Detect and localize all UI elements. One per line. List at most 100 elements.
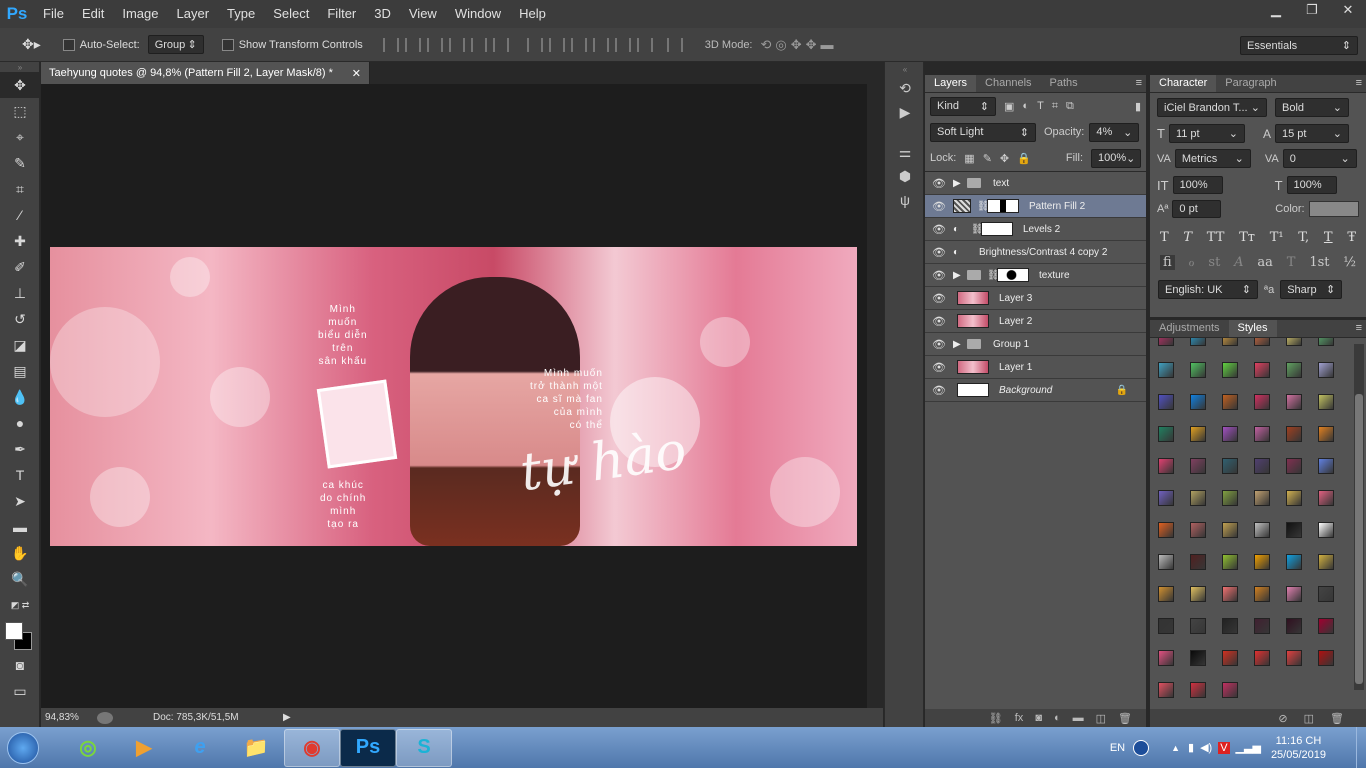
kerning-field[interactable]: Metrics ⌄ xyxy=(1174,149,1251,168)
windows-start-icon[interactable] xyxy=(0,727,46,768)
faux-bold-button[interactable]: T xyxy=(1160,230,1169,245)
path-select-tool-icon[interactable]: ➤ xyxy=(0,488,40,514)
foreground-color[interactable] xyxy=(5,622,23,640)
style-swatch[interactable] xyxy=(1222,338,1238,346)
tab-paragraph[interactable]: Paragraph xyxy=(1216,75,1285,92)
taskbar-app-chrome[interactable]: ◉ xyxy=(284,728,340,767)
language-dropdown[interactable]: English: UK ⇕ xyxy=(1158,280,1258,299)
style-swatch[interactable] xyxy=(1158,394,1174,410)
style-swatch[interactable] xyxy=(1318,458,1334,474)
style-swatch[interactable] xyxy=(1286,394,1302,410)
canvas-background[interactable]: Mình muốn biểu diễn trên sân khấu ca khú… xyxy=(41,84,867,708)
visibility-eye-icon[interactable]: 👁 xyxy=(925,200,953,213)
tab-channels[interactable]: Channels xyxy=(976,75,1040,92)
style-swatch[interactable] xyxy=(1286,426,1302,442)
fill-field[interactable]: 100% ⌄ xyxy=(1091,148,1141,168)
old-style-button[interactable]: ℴ xyxy=(1189,255,1195,270)
distribute-hcenter-icon[interactable] xyxy=(614,37,631,52)
auto-align-icon[interactable] xyxy=(666,37,683,52)
panel-menu-icon[interactable]: ≡ xyxy=(1352,322,1366,337)
style-swatch[interactable] xyxy=(1222,554,1238,570)
eyedropper-tool-icon[interactable]: ⁄ xyxy=(0,202,40,228)
status-menu-arrow-icon[interactable]: ▶ xyxy=(283,712,291,723)
titling-button[interactable]: T xyxy=(1287,255,1296,270)
style-swatch[interactable] xyxy=(1318,522,1334,538)
lock-move-icon[interactable]: ✥ xyxy=(1000,152,1009,165)
link-icon[interactable]: ⛓ xyxy=(987,270,1000,281)
visibility-eye-icon[interactable]: 👁 xyxy=(925,338,953,351)
quick-select-tool-icon[interactable]: ✎ xyxy=(0,150,40,176)
style-swatch[interactable] xyxy=(1222,490,1238,506)
document-tab[interactable]: Taehyung quotes @ 94,8% (Pattern Fill 2,… xyxy=(41,62,370,84)
style-swatch[interactable] xyxy=(1222,394,1238,410)
style-swatch[interactable] xyxy=(1158,362,1174,378)
faux-italic-button[interactable]: T xyxy=(1183,230,1192,245)
hand-tool-icon[interactable]: ✋ xyxy=(0,540,40,566)
auto-select-dropdown[interactable]: Group ⇕ xyxy=(147,35,204,54)
new-group-icon[interactable]: ▬ xyxy=(1073,712,1084,724)
new-style-icon[interactable]: ◫ xyxy=(1304,712,1314,725)
filter-type-icon[interactable]: T xyxy=(1037,100,1044,112)
filter-toggle-icon[interactable]: ▮ xyxy=(1135,100,1141,113)
distribute-top-icon[interactable] xyxy=(526,37,543,52)
layer-row[interactable]: 👁 ⛓ Pattern Fill 2 xyxy=(925,195,1146,218)
trash-icon[interactable]: 🗑 xyxy=(1330,712,1344,725)
style-swatch[interactable] xyxy=(1190,490,1206,506)
discretionary-ligatures-button[interactable]: st xyxy=(1208,255,1220,270)
filter-adjust-icon[interactable]: ◐ xyxy=(1022,100,1029,112)
style-swatch[interactable] xyxy=(1190,426,1206,442)
menu-window[interactable]: Window xyxy=(446,0,510,28)
font-size-field[interactable]: 11 pt ⌄ xyxy=(1168,124,1245,143)
strikethrough-button[interactable]: Ŧ xyxy=(1347,230,1356,245)
style-swatch[interactable] xyxy=(1254,458,1270,474)
filter-pixel-icon[interactable]: ▣ xyxy=(1004,100,1014,113)
menu-help[interactable]: Help xyxy=(510,0,555,28)
style-swatch[interactable] xyxy=(1190,362,1206,378)
style-swatch[interactable] xyxy=(1158,522,1174,538)
style-swatch[interactable] xyxy=(1286,458,1302,474)
menu-filter[interactable]: Filter xyxy=(318,0,365,28)
visibility-eye-icon[interactable]: 👁 xyxy=(925,246,953,259)
volume-icon[interactable]: ◀) xyxy=(1200,741,1212,754)
marquee-tool-icon[interactable]: ⬚ xyxy=(0,98,40,124)
style-swatch[interactable] xyxy=(1222,650,1238,666)
stamp-tool-icon[interactable]: ⊥ xyxy=(0,280,40,306)
style-swatch[interactable] xyxy=(1190,682,1206,698)
dodge-tool-icon[interactable]: ● xyxy=(0,410,40,436)
distribute-vcenter-icon[interactable] xyxy=(548,37,565,52)
history-icon[interactable]: ⟲ xyxy=(885,76,925,100)
menu-file[interactable]: File xyxy=(34,0,73,28)
style-swatch[interactable] xyxy=(1318,338,1334,346)
style-swatch[interactable] xyxy=(1222,426,1238,442)
scrollbar-thumb[interactable] xyxy=(1355,394,1363,684)
style-swatch[interactable] xyxy=(1318,426,1334,442)
fx-icon[interactable]: fx xyxy=(1015,712,1024,724)
layer-row[interactable]: 👁 ▶ Group 1 xyxy=(925,333,1146,356)
style-swatch[interactable] xyxy=(1254,650,1270,666)
visibility-eye-icon[interactable]: 👁 xyxy=(925,315,953,328)
small-caps-button[interactable]: Tт xyxy=(1239,230,1255,245)
collapse-icon[interactable]: » xyxy=(0,62,40,72)
zoom-level[interactable]: 94,83% xyxy=(45,712,97,723)
align-vcenter-icon[interactable] xyxy=(404,37,421,52)
tab-adjustments[interactable]: Adjustments xyxy=(1150,320,1229,337)
style-swatch[interactable] xyxy=(1158,554,1174,570)
swash-button[interactable]: A xyxy=(1234,255,1243,270)
layer-row[interactable]: 👁 ◐ Brightness/Contrast 4 copy 2 xyxy=(925,241,1146,264)
lasso-tool-icon[interactable]: ⌖ xyxy=(0,124,40,150)
link-icon[interactable]: ⛓ xyxy=(971,224,984,235)
style-swatch[interactable] xyxy=(1318,362,1334,378)
menu-select[interactable]: Select xyxy=(264,0,318,28)
tab-styles[interactable]: Styles xyxy=(1228,320,1277,337)
align-hcenter-icon[interactable] xyxy=(470,37,487,52)
style-swatch[interactable] xyxy=(1318,586,1334,602)
menu-edit[interactable]: Edit xyxy=(73,0,113,28)
blur-tool-icon[interactable]: 💧 xyxy=(0,384,40,410)
style-swatch[interactable] xyxy=(1222,458,1238,474)
move-tool-icon[interactable]: ✥ xyxy=(0,72,40,98)
opacity-field[interactable]: 4% ⌄ xyxy=(1089,122,1140,142)
clear-style-icon[interactable]: ⊘ xyxy=(1278,712,1287,725)
visibility-eye-icon[interactable]: 👁 xyxy=(925,223,953,236)
style-swatch[interactable] xyxy=(1190,586,1206,602)
close-button[interactable]: ✕ xyxy=(1330,0,1366,20)
